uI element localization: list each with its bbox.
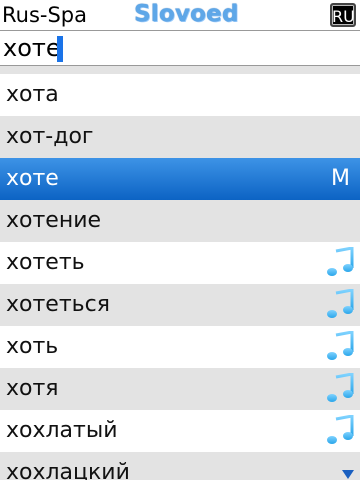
list-item-word: хотение — [6, 208, 102, 233]
music-note-icon[interactable] — [326, 330, 354, 361]
dictionary-name[interactable]: Rus-Spa — [2, 2, 87, 28]
music-note-icon[interactable] — [326, 372, 354, 403]
list-item[interactable]: хохлацкий — [0, 452, 360, 480]
list-item[interactable]: хоть — [0, 326, 360, 368]
list-item[interactable]: хохлатый — [0, 410, 360, 452]
list-item[interactable]: хота — [0, 74, 360, 116]
music-note-icon[interactable] — [326, 246, 354, 277]
list-item[interactable]: хоте M — [0, 158, 360, 200]
list-item-word: хот-дог — [6, 124, 94, 149]
list-item-word: хотя — [6, 376, 59, 401]
list-item-word: хоть — [6, 334, 59, 359]
list-item-word: хохлацкий — [6, 460, 130, 480]
search-field[interactable]: хоте — [0, 30, 360, 66]
list-item-word: хота — [6, 82, 59, 107]
app-header: Rus-Spa Slovoed RU — [0, 0, 360, 30]
word-list[interactable]: хорьхотахот-догхотеMхотениехотетьхотетьс… — [0, 42, 360, 480]
text-cursor — [57, 36, 63, 62]
list-item[interactable]: хотя — [0, 368, 360, 410]
music-note-icon[interactable] — [326, 414, 354, 445]
search-input[interactable]: хоте — [3, 32, 61, 64]
list-item[interactable]: хотеться — [0, 284, 360, 326]
list-item-word: хохлатый — [6, 418, 118, 443]
language-badge[interactable]: RU — [330, 3, 356, 27]
music-note-icon[interactable] — [326, 288, 354, 319]
list-item[interactable]: хотеть — [0, 242, 360, 284]
list-item-word: хотеть — [6, 250, 85, 275]
list-item[interactable]: хотение — [0, 200, 360, 242]
gender-badge: M — [331, 166, 350, 191]
app-logo: Slovoed — [134, 1, 239, 27]
scroll-down-icon[interactable] — [342, 470, 354, 479]
list-item[interactable]: хот-дог — [0, 116, 360, 158]
list-item-word: хоте — [6, 166, 59, 191]
list-item-word: хотеться — [6, 292, 110, 317]
